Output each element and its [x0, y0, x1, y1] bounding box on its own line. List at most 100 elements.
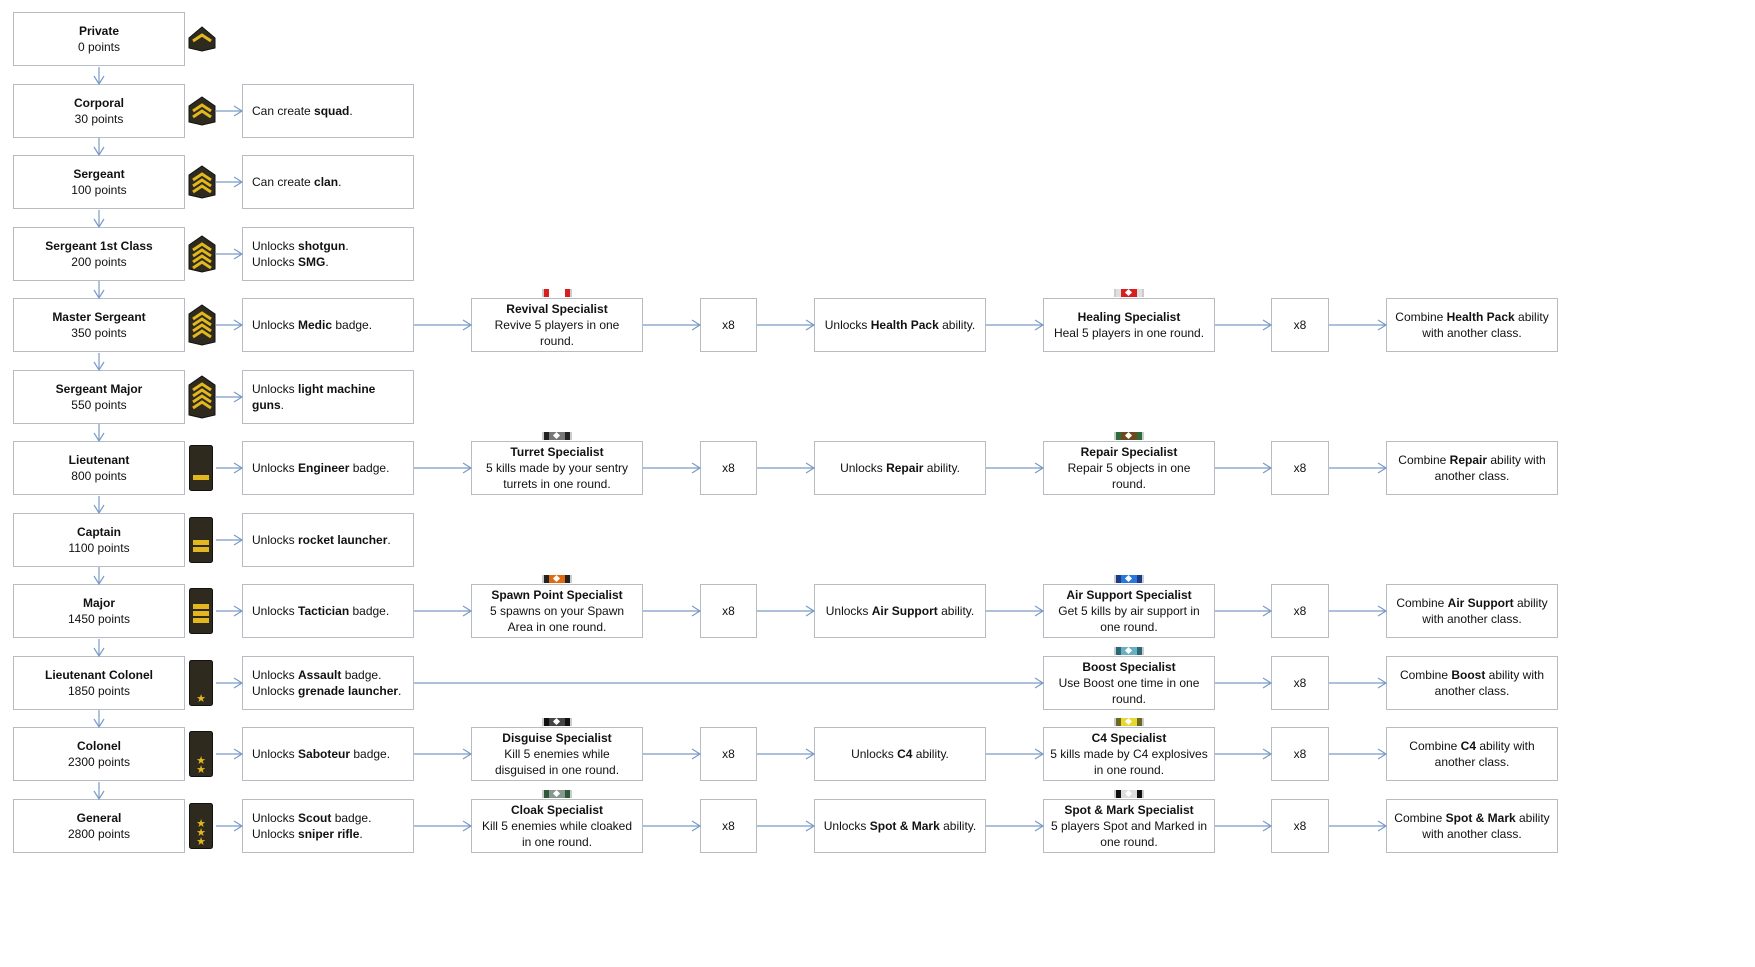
text-line: Can create clan.: [252, 174, 341, 190]
multiplier-value: x8: [1293, 819, 1307, 833]
text: .: [345, 239, 349, 253]
connector-arrow: [216, 176, 244, 188]
text: Combine: [1395, 310, 1447, 324]
connector-arrow: [414, 319, 473, 331]
multiplier-value: x8: [1293, 747, 1307, 761]
connector-arrow: [643, 462, 702, 474]
rank-points: 1850 points: [67, 684, 131, 698]
connector-arrow: [93, 567, 105, 586]
rank-name: Private: [78, 24, 120, 38]
connector-arrow: [216, 605, 244, 617]
connector-arrow: [414, 820, 473, 832]
specialist-requirement: Kill 5 enemies while cloaked in one roun…: [481, 819, 633, 849]
ribbon-icon: [1114, 789, 1144, 798]
rank-name: Colonel: [77, 739, 121, 753]
text-line: Unlocks Assault badge.: [252, 667, 381, 683]
highlight-text: Spot & Mark: [1445, 811, 1516, 825]
highlight-text: Tactician: [298, 604, 350, 618]
specialist-title: Repair Specialist: [1080, 445, 1178, 459]
connector-arrow: [216, 820, 244, 832]
connector-arrow: [93, 424, 105, 443]
text-line: Unlocks Engineer badge.: [252, 460, 389, 476]
text: ability.: [938, 318, 976, 332]
connector-arrow: [1329, 319, 1388, 331]
text-line: Can create squad.: [252, 103, 353, 119]
specialist-requirement: 5 kills made by your sentry turrets in o…: [485, 461, 629, 491]
connector-arrow: [1329, 462, 1388, 474]
text: ability.: [923, 461, 960, 475]
text: badge.: [341, 668, 382, 682]
connector-arrow: [216, 677, 244, 689]
specialist-box: Air Support Specialist Get 5 kills by air…: [1043, 584, 1215, 638]
connector-arrow: [93, 353, 105, 372]
connector-arrow: [93, 710, 105, 729]
rank-box: Corporal 30 points: [13, 84, 185, 138]
multiplier-value: x8: [1293, 676, 1307, 690]
multiplier-box: x8: [1271, 298, 1329, 352]
specialist-box: Disguise Specialist Kill 5 enemies while …: [471, 727, 643, 781]
specialist-title: Healing Specialist: [1077, 310, 1181, 324]
rank-name: Major: [82, 596, 115, 610]
text-line: Combine Spot & Mark ability with another…: [1393, 810, 1551, 842]
text-line: Unlocks light machine guns.: [252, 381, 407, 413]
highlight-text: C4: [1460, 739, 1476, 753]
text: ability.: [939, 819, 977, 833]
connector-arrow: [93, 210, 105, 229]
connector-arrow: [757, 462, 816, 474]
highlight-text: shotgun: [298, 239, 346, 253]
rank-name: Master Sergeant: [52, 310, 146, 324]
text-line: Combine Repair ability with another clas…: [1393, 452, 1551, 484]
specialist-title: Cloak Specialist: [510, 803, 604, 817]
specialist-requirement: 5 spawns on your Spawn Area in one round…: [489, 604, 625, 634]
highlight-text: Engineer: [298, 461, 350, 475]
svg-text:★: ★: [196, 755, 206, 767]
text: .: [280, 398, 285, 412]
ability-box: Unlocks Air Support ability.: [814, 584, 986, 638]
connector-arrow: [93, 782, 105, 801]
text-line: Unlocks rocket launcher.: [252, 532, 391, 548]
text: Unlocks: [252, 461, 299, 475]
rank-name: Corporal: [73, 96, 124, 110]
connector-arrow: [93, 67, 105, 86]
rank-name: General: [76, 811, 122, 825]
text: Unlocks: [252, 668, 299, 682]
text-line: Unlocks Medic badge.: [252, 317, 372, 333]
text-line: Unlocks SMG.: [252, 254, 329, 270]
text-line: Unlocks Health Pack ability.: [825, 317, 976, 333]
rank-points: 100 points: [71, 183, 127, 197]
highlight-text: Saboteur: [298, 747, 351, 761]
text-line: Combine C4 ability with another class.: [1393, 738, 1551, 770]
multiplier-box: x8: [1271, 584, 1329, 638]
star-rank-icon: ★ ★: [189, 731, 213, 780]
bar-rank-icon: [189, 588, 213, 637]
rank-name: Captain: [76, 525, 121, 539]
highlight-text: Assault: [298, 668, 342, 682]
multiplier-box: x8: [700, 799, 757, 853]
highlight-text: Spot & Mark: [869, 819, 940, 833]
text: badge.: [331, 811, 372, 825]
bar-rank-icon: [189, 517, 213, 566]
ribbon-icon: [1114, 431, 1144, 440]
specialist-requirement: Use Boost one time in one round.: [1058, 676, 1200, 706]
text: badge.: [349, 461, 390, 475]
text-line: Unlocks Saboteur badge.: [252, 746, 390, 762]
specialist-box: Cloak Specialist Kill 5 enemies while clo…: [471, 799, 643, 853]
rank-name: Sergeant 1st Class: [45, 239, 153, 253]
text: .: [325, 255, 329, 269]
rank-box: Sergeant Major 550 points: [13, 370, 185, 424]
connector-arrow: [986, 748, 1045, 760]
rank-points: 550 points: [71, 398, 127, 412]
unlock-box: Can create squad.: [242, 84, 414, 138]
multiplier-box: x8: [700, 584, 757, 638]
specialist-box: Spawn Point Specialist 5 spawns on your S…: [471, 584, 643, 638]
text-line: Unlocks Spot & Mark ability.: [824, 818, 977, 834]
specialist-requirement: Heal 5 players in one round.: [1053, 326, 1205, 340]
text: Combine: [1398, 453, 1450, 467]
rank-points: 200 points: [71, 255, 127, 269]
connector-arrow: [216, 391, 244, 403]
multiplier-box: x8: [1271, 727, 1329, 781]
multiplier-box: x8: [1271, 441, 1329, 495]
text: .: [387, 533, 391, 547]
multiplier-box: x8: [1271, 656, 1329, 710]
text: badge.: [332, 318, 373, 332]
